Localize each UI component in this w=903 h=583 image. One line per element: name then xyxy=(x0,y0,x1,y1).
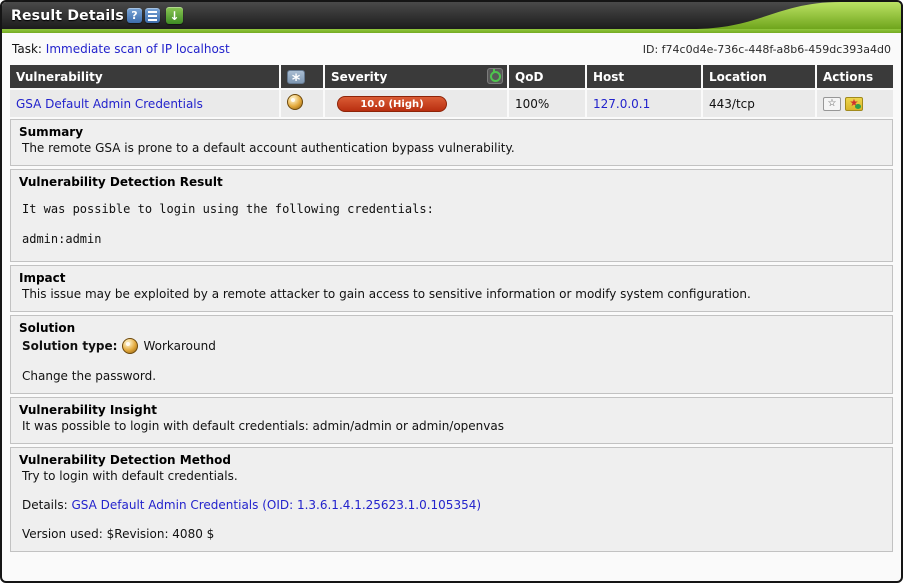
details-line: Details: GSA Default Admin Credentials (… xyxy=(22,498,884,512)
col-actions: Actions xyxy=(817,65,893,88)
vulnerability-link[interactable]: GSA Default Admin Credentials xyxy=(16,97,203,111)
summary-heading: Summary xyxy=(19,125,884,139)
qod-cell: 100% xyxy=(509,90,585,117)
insight-text: It was possible to login with default cr… xyxy=(22,419,884,433)
summary-text: The remote GSA is prone to a default acc… xyxy=(22,141,884,155)
result-id-value: f74c0d4e-736c-448f-a8b6-459dc393a4d0 xyxy=(662,43,891,56)
actions-cell: ☆ ★ xyxy=(817,90,893,117)
col-location: Location xyxy=(703,65,815,88)
col-host: Host xyxy=(587,65,701,88)
host-cell: 127.0.0.1 xyxy=(587,90,701,117)
export-icon[interactable]: ↓ xyxy=(166,7,183,24)
result-table: Vulnerability * Severity QoD Host Locati… xyxy=(8,63,895,119)
page-title: Result Details xyxy=(11,8,124,24)
result-table-wrap: Vulnerability * Severity QoD Host Locati… xyxy=(8,63,895,119)
solution-type-label: Solution type: xyxy=(22,339,117,353)
host-link[interactable]: 127.0.0.1 xyxy=(593,97,650,111)
detection-result-line2: admin:admin xyxy=(22,232,884,246)
help-icon[interactable]: ? xyxy=(127,8,142,23)
col-solution-type: * xyxy=(281,65,323,88)
details-label: Details: xyxy=(22,498,68,512)
severity-badge: 10.0 (High) xyxy=(337,96,447,112)
titlebar: Result Details ? ↓ xyxy=(2,2,901,29)
task-label: Task: xyxy=(12,42,42,56)
solution-type-cell xyxy=(281,90,323,117)
detection-result-heading: Vulnerability Detection Result xyxy=(19,175,884,189)
section-detection-result: Vulnerability Detection Result It was po… xyxy=(10,169,893,262)
solution-type-value: Workaround xyxy=(143,339,215,353)
puzzle-icon: * xyxy=(287,70,305,84)
impact-text: This issue may be exploited by a remote … xyxy=(22,287,884,301)
section-detection-method: Vulnerability Detection Method Try to lo… xyxy=(10,447,893,552)
section-insight: Vulnerability Insight It was possible to… xyxy=(10,397,893,444)
section-impact: Impact This issue may be exploited by a … xyxy=(10,265,893,312)
override-dot xyxy=(855,104,861,109)
vulnerability-cell: GSA Default Admin Credentials xyxy=(10,90,279,117)
table-header-row: Vulnerability * Severity QoD Host Locati… xyxy=(10,65,893,88)
detection-result-line1: It was possible to login using the follo… xyxy=(22,202,884,216)
impact-heading: Impact xyxy=(19,271,884,285)
solution-heading: Solution xyxy=(19,321,884,335)
task-line: Task: Immediate scan of IP localhost xyxy=(12,42,230,56)
add-override-icon[interactable]: ★ xyxy=(845,97,863,111)
result-id: ID: f74c0d4e-736c-448f-a8b6-459dc393a4d0 xyxy=(643,43,891,56)
list-icon[interactable] xyxy=(145,8,160,23)
add-note-icon[interactable]: ☆ xyxy=(823,97,841,111)
version-line: Version used: $Revision: 4080 $ xyxy=(22,527,884,541)
detection-method-heading: Vulnerability Detection Method xyxy=(19,453,884,467)
task-link[interactable]: Immediate scan of IP localhost xyxy=(46,42,230,56)
solution-text: Change the password. xyxy=(22,369,884,383)
workaround-icon xyxy=(122,338,138,354)
insight-heading: Vulnerability Insight xyxy=(19,403,884,417)
result-details-page: Result Details ? ↓ Task: Immediate scan … xyxy=(0,0,903,583)
workaround-icon xyxy=(287,94,303,110)
details-link[interactable]: GSA Default Admin Credentials (OID: 1.3.… xyxy=(71,498,481,512)
dynamic-severity-icon xyxy=(487,68,503,84)
section-solution: Solution Solution type: Workaround Chang… xyxy=(10,315,893,394)
col-qod: QoD xyxy=(509,65,585,88)
location-cell: 443/tcp xyxy=(703,90,815,117)
solution-type-line: Solution type: Workaround xyxy=(22,338,884,354)
section-summary: Summary The remote GSA is prone to a def… xyxy=(10,119,893,166)
severity-cell: 10.0 (High) xyxy=(325,90,507,117)
col-severity: Severity xyxy=(325,65,507,88)
detection-method-text: Try to login with default credentials. xyxy=(22,469,884,483)
green-swoosh-decoration xyxy=(691,2,901,29)
col-vulnerability: Vulnerability xyxy=(10,65,279,88)
meta-row: Task: Immediate scan of IP localhost ID:… xyxy=(2,33,901,63)
table-row: GSA Default Admin Credentials 10.0 (High… xyxy=(10,90,893,117)
result-id-label: ID: xyxy=(643,43,658,56)
